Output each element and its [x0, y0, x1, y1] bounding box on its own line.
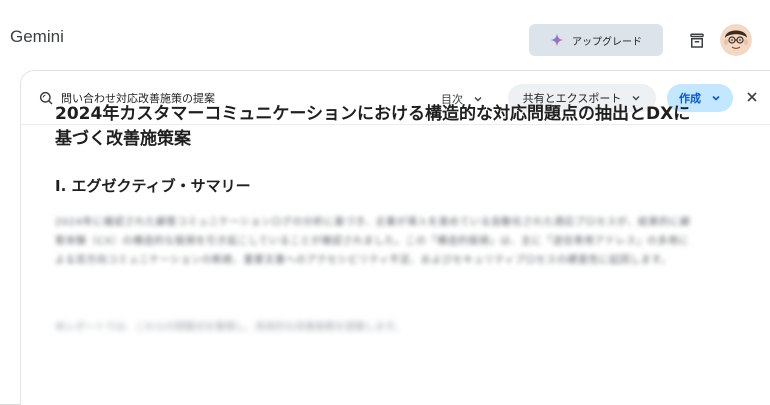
section-heading: I. エグゼクティブ・サマリー [55, 177, 251, 195]
archive-icon [690, 33, 704, 48]
close-panel-button[interactable] [744, 89, 760, 105]
close-icon [747, 92, 757, 102]
temporary-chat-button[interactable] [685, 29, 709, 53]
upgrade-label: アップグレード [572, 36, 642, 48]
upgrade-button[interactable]: アップグレード [529, 24, 663, 56]
avatar-face-icon [720, 24, 752, 56]
document-search-icon [38, 90, 54, 106]
blurred-paragraph-tail: 本レポートでは、これらの問題点を整理し、具体的な改善施策を提案します。 [55, 322, 404, 333]
chevron-down-icon [712, 95, 720, 101]
document-heading: 2024年カスタマーコミュニケーションにおける構造的な対応問題点の抽出とDXに基… [55, 104, 691, 149]
app-window: Gemini アップグレード 問い合わせ対応改善施策の提案 目次 共有とエクスポ… [0, 0, 770, 405]
app-title: Gemini [10, 27, 64, 46]
gemini-spark-icon [550, 33, 564, 47]
blurred-paragraph: 2024年に確認された顧客コミュニケーションログの分析に基づき、企業が導入を進め… [55, 217, 691, 266]
user-avatar[interactable] [720, 24, 752, 56]
